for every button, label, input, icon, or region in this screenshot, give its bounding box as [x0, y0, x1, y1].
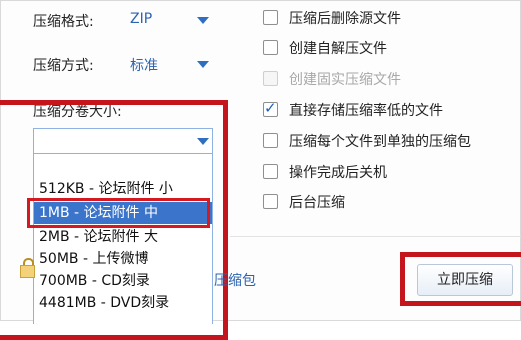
format-label: 压缩格式:	[33, 14, 94, 30]
solid-archive-checkbox	[263, 71, 278, 86]
separate-archives-label[interactable]: 压缩每个文件到单独的压缩包	[289, 131, 471, 151]
shutdown-after-label[interactable]: 操作完成后关机	[289, 162, 387, 182]
highlight-box-selected-option	[27, 198, 210, 228]
delete-source-checkbox[interactable]	[263, 10, 278, 25]
background-compress-checkbox[interactable]	[263, 194, 278, 209]
shutdown-after-checkbox[interactable]	[263, 164, 278, 179]
method-label: 压缩方式:	[33, 58, 94, 74]
checkmark-icon: ✓	[264, 99, 277, 117]
pack-link[interactable]: 压缩包	[214, 270, 256, 290]
self-extract-label[interactable]: 创建自解压文件	[289, 38, 387, 58]
store-low-ratio-label[interactable]: 直接存储压缩率低的文件	[289, 100, 443, 120]
method-dropdown-arrow-icon[interactable]	[197, 61, 209, 68]
delete-source-label[interactable]: 压缩后删除源文件	[289, 8, 401, 28]
method-dropdown[interactable]: 标准	[130, 55, 158, 75]
format-dropdown-arrow-icon[interactable]	[197, 17, 209, 24]
highlight-box-start-button	[400, 252, 521, 306]
divider	[230, 236, 521, 237]
format-dropdown[interactable]: ZIP	[130, 11, 152, 27]
separate-archives-checkbox[interactable]	[263, 133, 278, 148]
lock-icon	[20, 265, 35, 278]
solid-archive-label: 创建固实压缩文件	[289, 72, 401, 88]
self-extract-checkbox[interactable]	[263, 40, 278, 55]
store-low-ratio-checkbox[interactable]: ✓	[263, 99, 278, 117]
background-compress-label[interactable]: 后台压缩	[289, 192, 345, 212]
